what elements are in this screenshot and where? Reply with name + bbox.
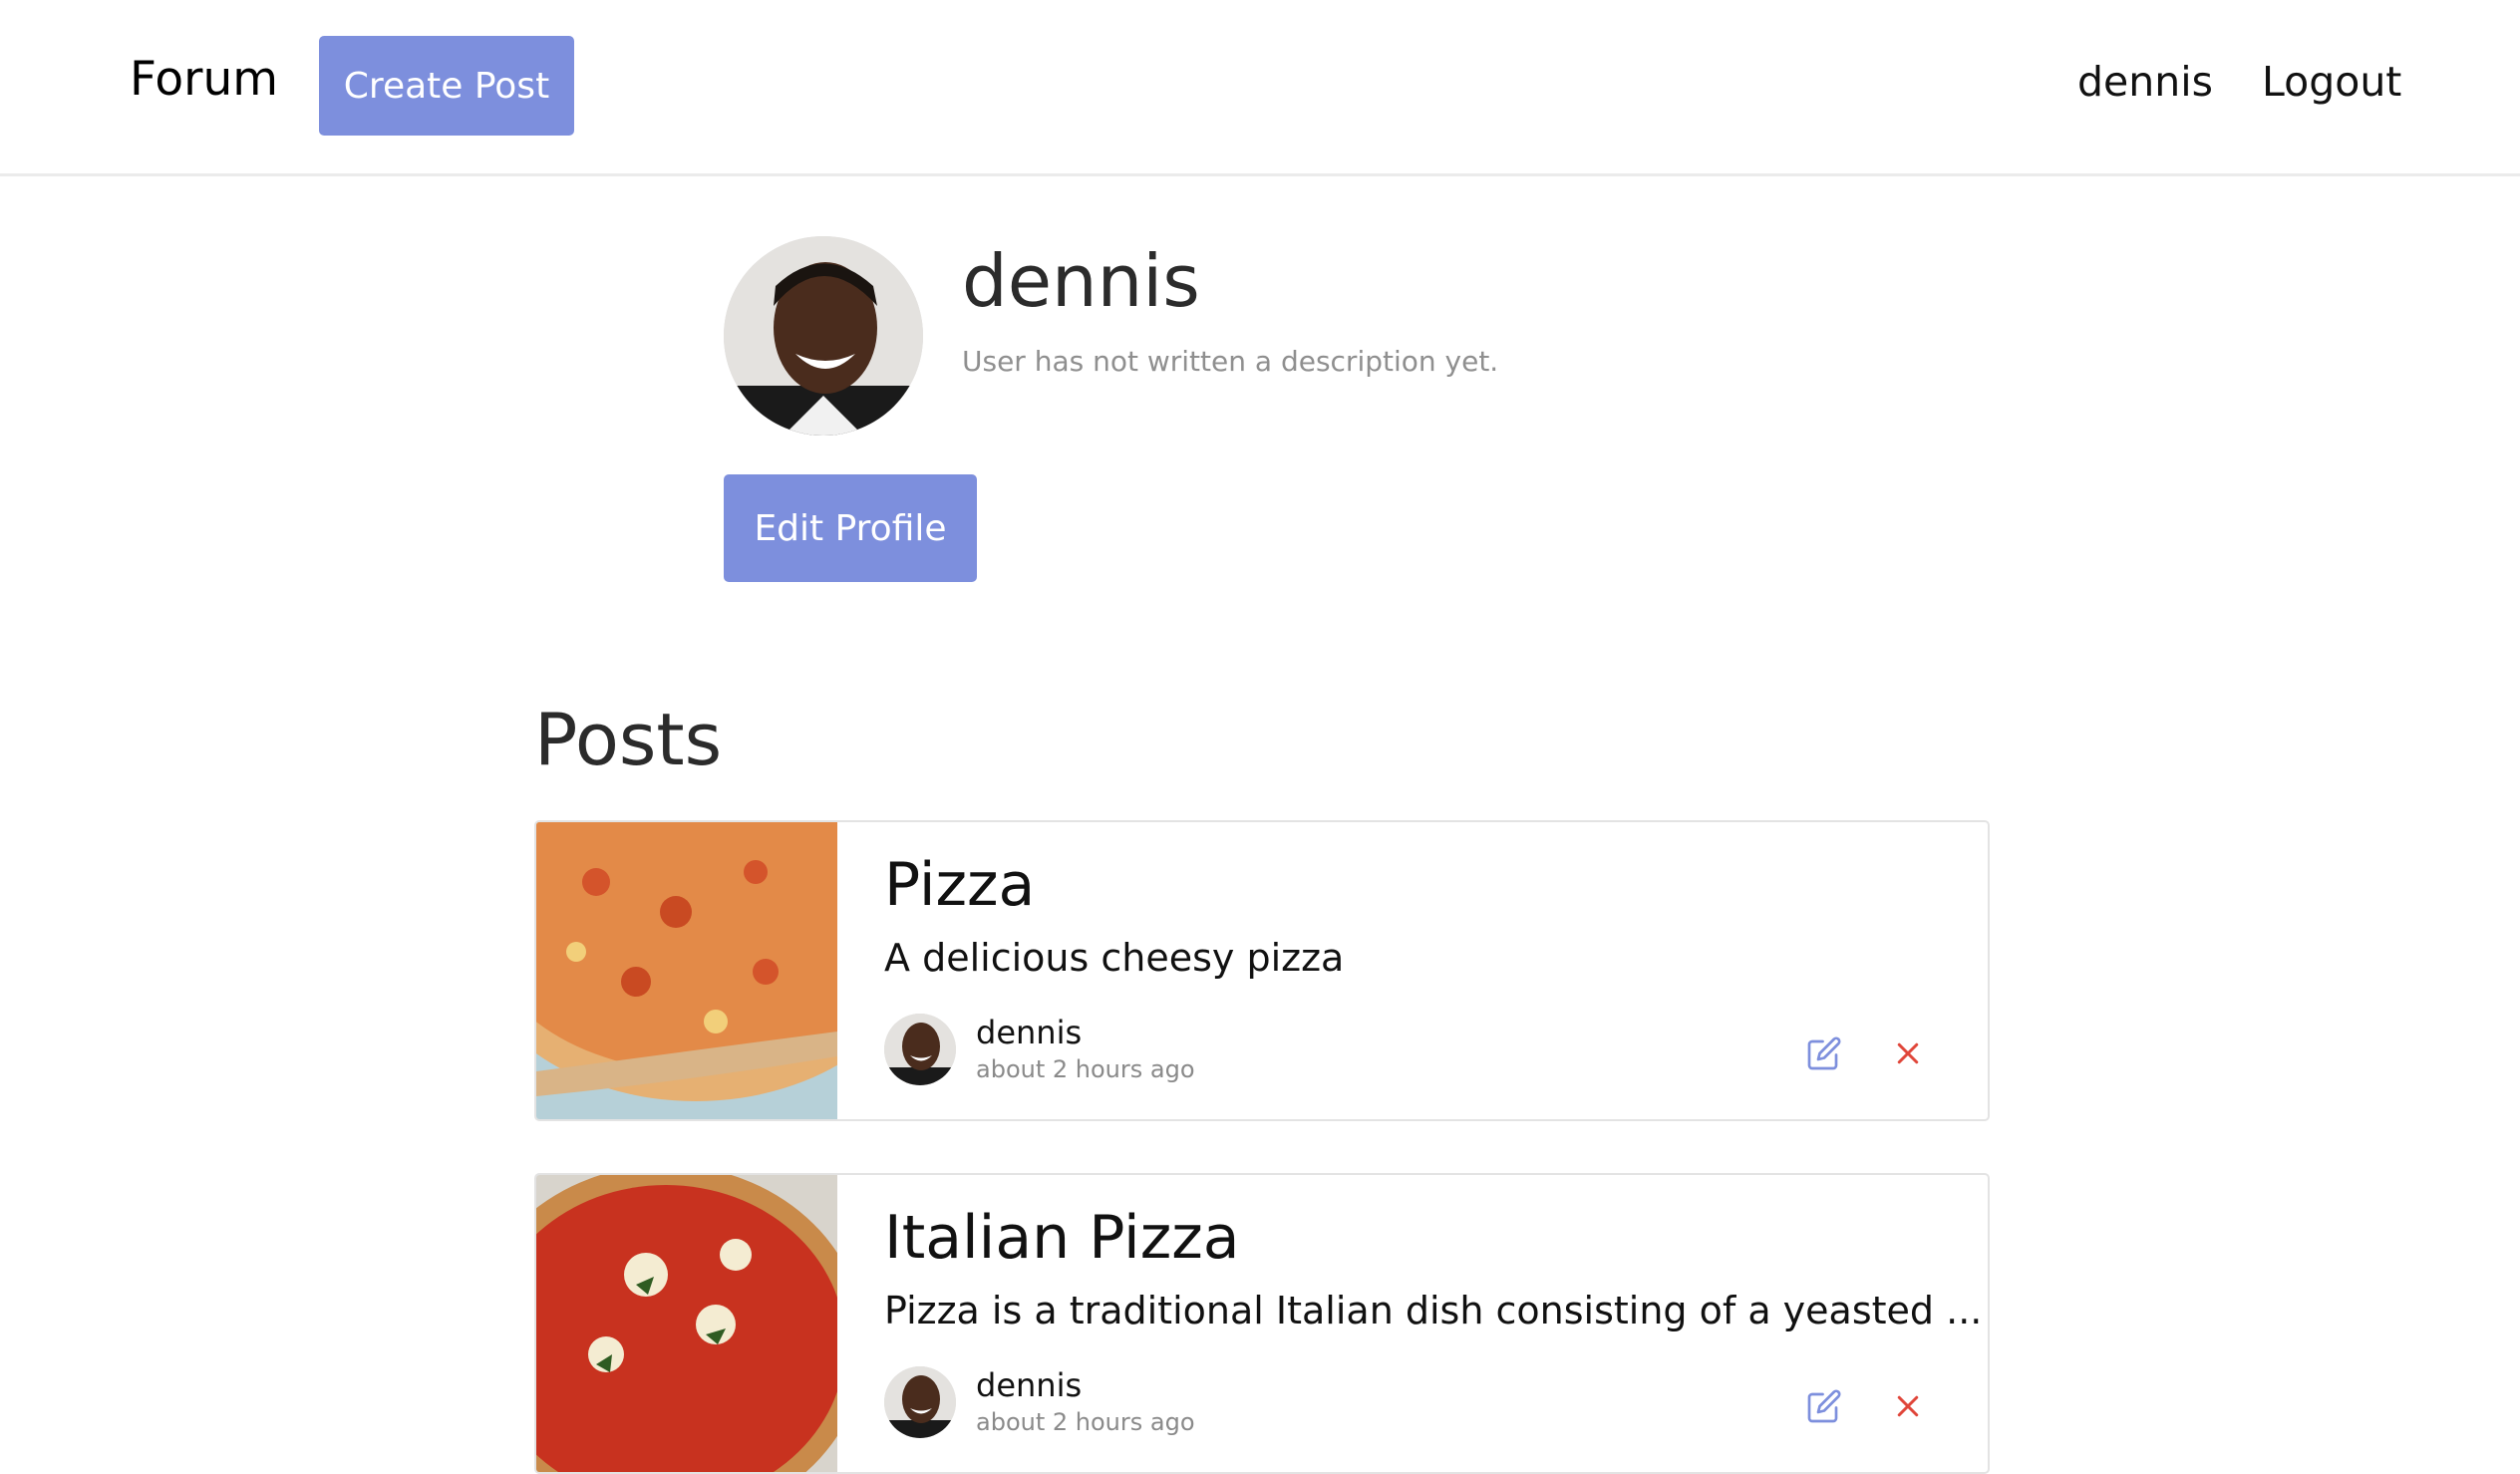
post-card[interactable]: Pizza A delicious cheesy pizza dennis ab… [534,820,1990,1121]
author-avatar [884,1366,956,1438]
post-author[interactable]: dennis [976,1366,1082,1404]
post-title[interactable]: Pizza [884,850,1035,920]
post-author[interactable]: dennis [976,1014,1082,1051]
post-timestamp: about 2 hours ago [976,1408,1195,1436]
logout-link[interactable]: Logout [2262,58,2401,106]
brand-logo[interactable]: Forum [130,52,278,107]
close-icon[interactable] [1886,1384,1930,1428]
post-excerpt: Pizza is a traditional Italian dish cons… [884,1289,1983,1332]
profile-avatar [724,236,923,436]
close-icon[interactable] [1886,1032,1930,1075]
post-excerpt: A delicious cheesy pizza [884,936,1345,980]
post-card[interactable]: Italian Pizza Pizza is a traditional Ita… [534,1173,1990,1474]
post-timestamp: about 2 hours ago [976,1055,1195,1083]
top-navbar: Forum Create Post dennis Logout [0,0,2520,176]
profile-description: User has not written a description yet. [962,345,1499,378]
posts-heading: Posts [534,698,723,781]
edit-profile-button[interactable]: Edit Profile [724,474,977,582]
author-avatar [884,1014,956,1085]
nav-username-link[interactable]: dennis [2077,58,2213,106]
post-title[interactable]: Italian Pizza [884,1203,1239,1273]
edit-icon[interactable] [1802,1384,1846,1428]
post-thumbnail [536,822,837,1119]
edit-icon[interactable] [1802,1032,1846,1075]
profile-name: dennis [962,239,1200,323]
post-thumbnail [536,1175,837,1472]
create-post-button[interactable]: Create Post [319,36,574,136]
